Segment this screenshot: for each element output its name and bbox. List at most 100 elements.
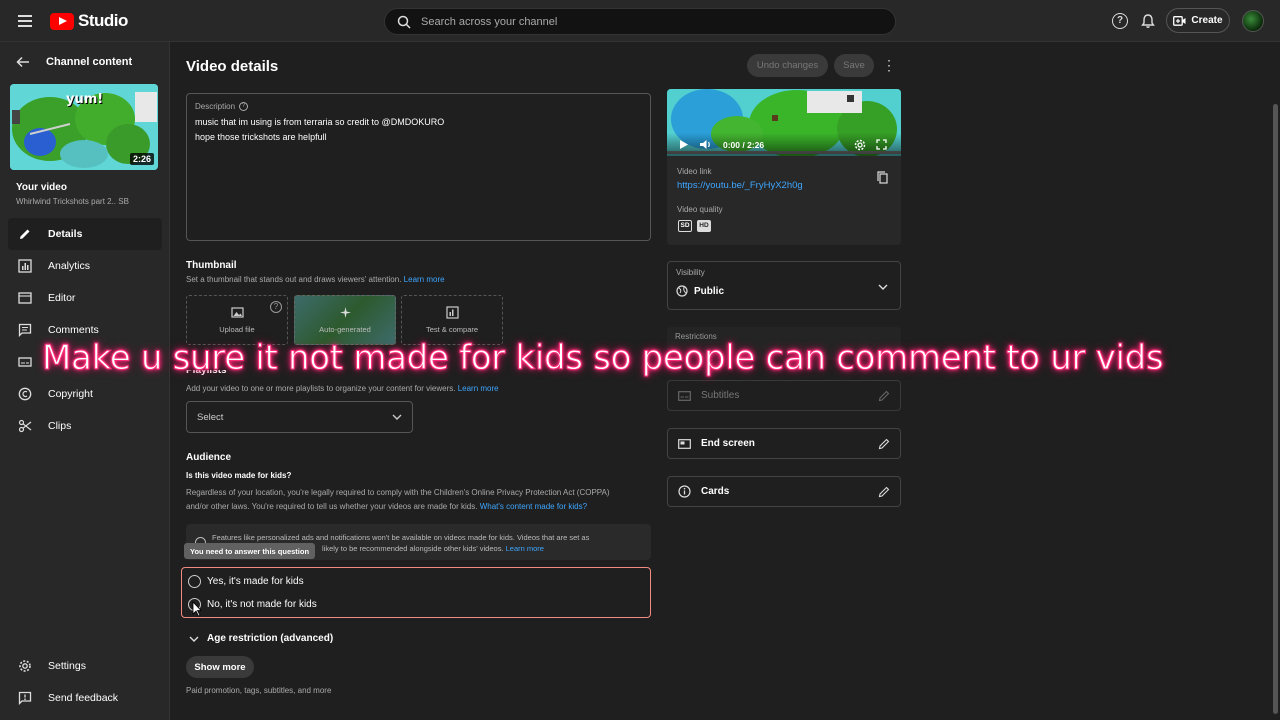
playlist-select[interactable]: Select [186,401,413,433]
age-restriction-toggle[interactable]: Age restriction (advanced) [189,633,333,644]
pencil-icon[interactable] [878,390,890,402]
description-label-row: Description ? [195,102,642,111]
hd-badge: HD [697,220,711,232]
help-icon[interactable]: ? [1112,13,1128,29]
end-screen-row[interactable]: End screen [667,428,901,459]
play-icon[interactable] [679,139,689,150]
sidebar-item-label: Comments [48,324,99,336]
video-thumbnail[interactable]: yum! 2:26 [10,84,158,170]
gear-icon[interactable] [854,139,866,151]
volume-icon[interactable] [699,139,713,150]
sidebar-item-editor[interactable]: Editor [8,282,162,314]
create-button[interactable]: Create [1166,8,1230,33]
kids-info-text: likely to be recommended alongside other… [322,544,504,553]
description-line: hope those trickshots are helpfull [195,132,327,142]
sidebar-item-label: Details [48,228,83,240]
show-more-subtitle: Paid promotion, tags, subtitles, and mor… [186,686,332,695]
help-icon[interactable]: ? [239,102,249,111]
sidebar-item-clips[interactable]: Clips [8,410,162,442]
help-icon[interactable]: ? [270,301,282,313]
player-time: 0:00 / 2:26 [723,139,765,150]
chevron-down-icon [878,284,888,290]
thumbnail-subtitle: Set a thumbnail that stands out and draw… [186,275,445,284]
thumbnail-duration: 2:26 [129,153,154,165]
description-field[interactable]: Description ? music that im using is fro… [186,93,651,241]
subtitles-row[interactable]: Subtitles [667,380,901,411]
visibility-select[interactable]: Visibility Public [667,261,901,310]
radio-button[interactable] [188,575,201,588]
video-link-label: Video link [677,167,712,176]
radio-label: No, it's not made for kids [207,599,317,610]
search-input[interactable]: Search across your channel [421,16,557,28]
more-options-icon[interactable]: ⋮ [882,57,896,75]
description-line: music that im using is from terraria so … [195,117,445,127]
coppa-text-line-1: Regardless of your location, you're lega… [186,488,610,497]
fullscreen-icon[interactable] [876,139,887,150]
upload-file-label: Upload file [219,325,255,334]
end-screen-label: End screen [701,438,755,449]
pencil-icon[interactable] [878,486,890,498]
thumbnail-overlay-text: yum! [66,92,104,107]
thumbnail-subtitle-text: Set a thumbnail that stands out and draw… [186,275,402,284]
kids-info-line-1: Features like personalized ads and notif… [212,533,590,542]
audience-title: Audience [186,452,232,463]
sidebar-item-analytics[interactable]: Analytics [8,250,162,282]
your-video-label: Your video [16,182,67,193]
subtitles-icon [678,390,691,401]
pencil-icon[interactable] [878,438,890,450]
playlist-select-value: Select [197,411,224,423]
sidebar-item-label: Settings [48,660,86,672]
chevron-down-icon [189,636,199,642]
end-screen-icon [678,438,691,449]
cards-row[interactable]: Cards [667,476,901,507]
thumbnail-learn-more-link[interactable]: Learn more [404,275,445,284]
sidebar-item-details[interactable]: Details [8,218,162,250]
sidebar-item-label: Analytics [48,260,91,272]
visibility-value: Public [694,286,725,297]
globe-icon [676,285,688,297]
overlay-caption: Make u sure it not made for kids so peop… [42,338,1165,379]
sidebar-item-settings[interactable]: Settings [8,650,162,682]
account-avatar[interactable] [1242,10,1264,32]
show-more-button[interactable]: Show more [186,656,254,678]
video-add-icon [1173,15,1186,26]
playlists-subtitle: Add your video to one or more playlists … [186,384,499,393]
content-for-kids-link[interactable]: What's content made for kids? [480,502,587,511]
sidebar-item-send-feedback[interactable]: Send feedback [8,682,162,714]
video-link[interactable]: https://youtu.be/_FryHyX2h0g [677,180,803,191]
age-restriction-label: Age restriction (advanced) [207,633,334,644]
cards-label: Cards [701,486,730,497]
scrollbar[interactable] [1273,104,1278,714]
studio-logo[interactable]: Studio [50,11,128,31]
radio-label: Yes, it's made for kids [207,576,304,587]
pencil-icon [20,229,30,239]
info-icon [678,485,691,498]
bell-icon[interactable] [1140,13,1156,29]
copy-icon[interactable] [877,171,888,184]
required-tooltip: You need to answer this question [184,543,316,559]
kids-info-learn-more-link[interactable]: Learn more [506,544,544,553]
save-button[interactable]: Save [834,54,874,77]
youtube-logo-icon [50,12,74,30]
radio-made-for-kids-no[interactable]: No, it's not made for kids [188,598,317,611]
coppa-text: and/or other laws. You're required to te… [186,502,478,511]
video-preview-card: 0:00 / 2:26 Video link https://youtu.be/… [667,89,901,245]
video-title: Whirlwind Trickshots part 2.. SB [16,197,129,206]
menu-icon[interactable] [16,12,34,30]
chevron-down-icon [392,414,402,420]
sidebar-item-copyright[interactable]: Copyright [8,378,162,410]
coppa-text-line-2: and/or other laws. You're required to te… [186,502,587,511]
film-icon [18,292,32,304]
chart-icon [445,306,459,319]
sd-badge: SD [678,220,692,232]
analytics-icon [18,259,32,273]
sparkle-icon [339,307,351,318]
video-quality-label: Video quality [677,205,723,214]
radio-made-for-kids-yes[interactable]: Yes, it's made for kids [188,575,304,588]
search-bar[interactable]: Search across your channel [384,8,896,35]
create-label: Create [1191,15,1223,26]
back-to-channel-content[interactable]: Channel content [16,56,132,68]
playlists-learn-more-link[interactable]: Learn more [458,384,499,393]
player-controls: 0:00 / 2:26 [667,133,901,156]
undo-changes-button[interactable]: Undo changes [747,54,828,77]
